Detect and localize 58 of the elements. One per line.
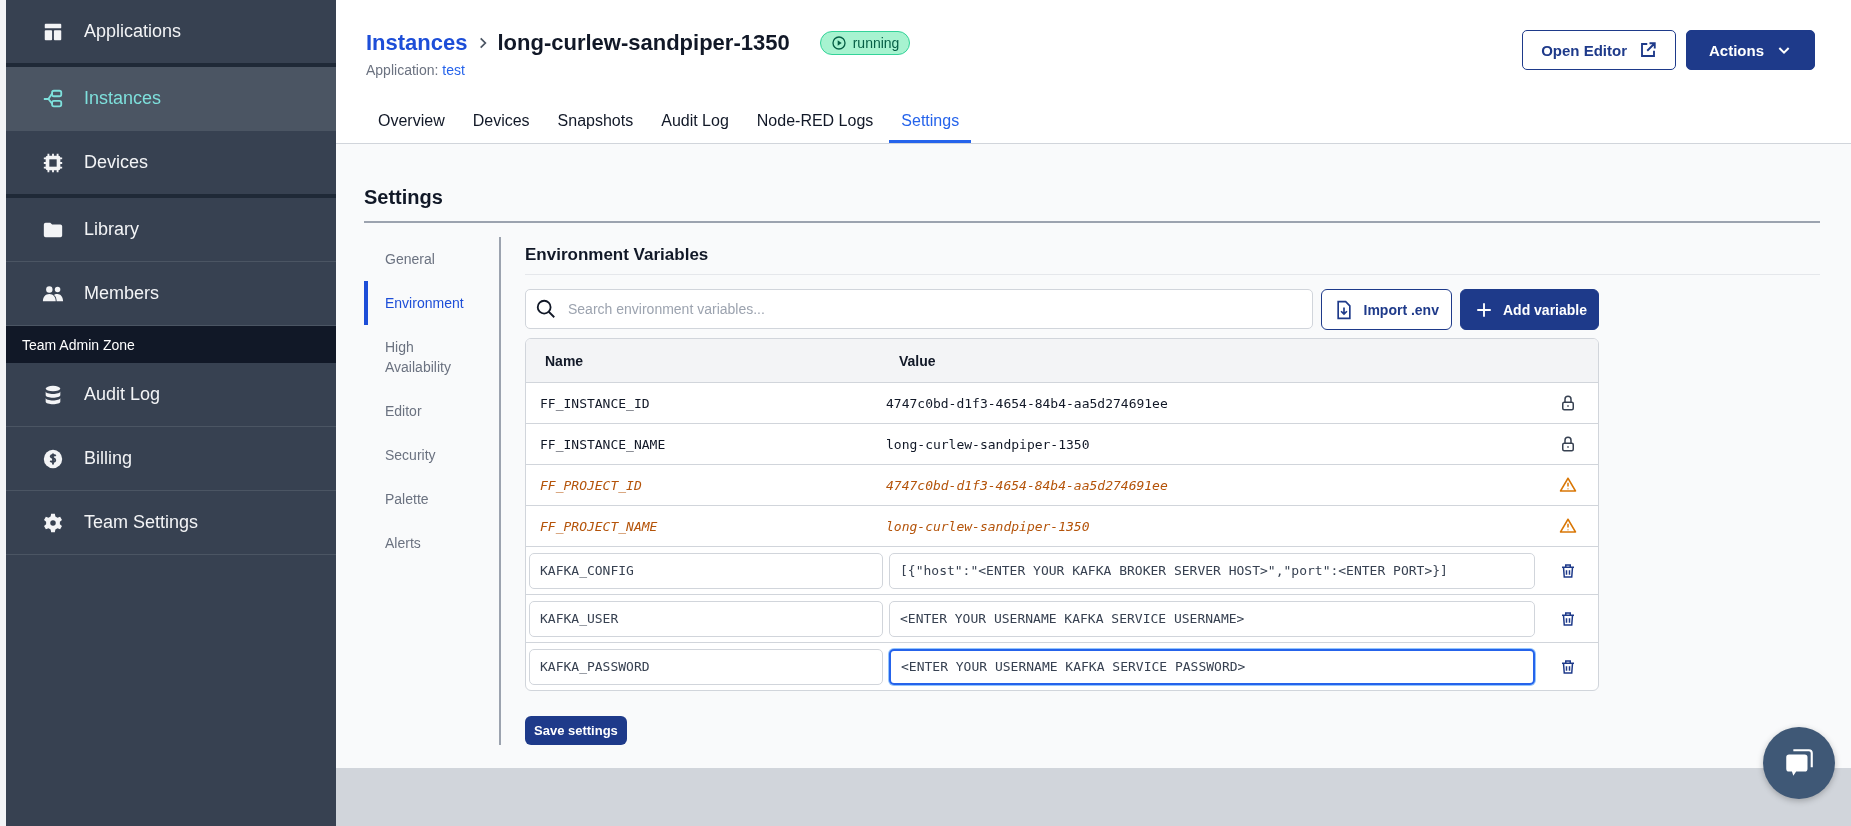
- tab[interactable]: Devices: [460, 112, 542, 143]
- column-header: Name: [544, 352, 585, 369]
- variable-name: FF_PROJECT_ID: [539, 477, 643, 493]
- tab[interactable]: Overview: [366, 112, 457, 143]
- tab[interactable]: Audit Log: [649, 112, 741, 143]
- chip-icon: [42, 151, 64, 174]
- settings-nav-item[interactable]: Environment: [364, 281, 499, 325]
- name-input[interactable]: KAFKA_PASSWORD: [529, 648, 883, 685]
- save-button[interactable]: Save settings: [525, 716, 627, 745]
- section-title: Settings: [364, 182, 1820, 223]
- lock-icon: [1559, 394, 1577, 412]
- tab[interactable]: Node-RED Logs: [744, 112, 886, 143]
- value-input[interactable]: [{"host":"<ENTER YOUR KAFKA BROKER SERVER HOST>","port":<ENTER PORT>}]: [889, 552, 1535, 589]
- status-badge: running: [819, 31, 911, 55]
- variable-name: FF_INSTANCE_ID: [539, 395, 651, 411]
- warning-icon: [1559, 476, 1577, 494]
- variable-name: FF_INSTANCE_NAME: [539, 436, 667, 452]
- settings-nav-item[interactable]: Security: [364, 433, 499, 477]
- actions-button[interactable]: Actions: [1686, 30, 1815, 70]
- warning-icon: [1559, 517, 1577, 535]
- application-link[interactable]: test: [442, 62, 465, 78]
- settings-nav-item[interactable]: High Availability: [364, 325, 499, 389]
- trash-icon[interactable]: [1559, 657, 1577, 676]
- value-input[interactable]: <ENTER YOUR USERNAME KAFKA SERVICE PASSWORD>: [889, 648, 1535, 685]
- variable-value: long-curlew-sandpiper-1350: [885, 436, 1091, 452]
- search-field[interactable]: Search environment variables...: [525, 289, 1313, 329]
- add-variable-button[interactable]: Add variable: [1459, 289, 1599, 330]
- settings-nav-item[interactable]: Editor: [364, 389, 499, 433]
- external-link-icon: [1639, 41, 1657, 59]
- dollar-icon: [42, 447, 64, 470]
- plus-icon: [1474, 300, 1493, 319]
- variable-value: 4747c0bd-d1f3-4654-84b4-aa5d274691ee: [885, 395, 1169, 411]
- variable-value: long-curlew-sandpiper-1350: [885, 518, 1091, 534]
- lock-icon: [1559, 435, 1577, 453]
- application-label: Application:: [366, 62, 439, 78]
- section-heading: Environment Variables: [525, 237, 1820, 275]
- variable-name: FF_PROJECT_NAME: [539, 518, 659, 534]
- breadcrumb-link[interactable]: Instances: [366, 30, 468, 56]
- name-input[interactable]: KAFKA_CONFIG: [529, 552, 883, 589]
- trash-icon[interactable]: [1559, 561, 1577, 580]
- column-header: Value: [898, 352, 937, 369]
- gear-icon: [42, 511, 64, 534]
- value-input[interactable]: <ENTER YOUR USERNAME KAFKA SERVICE USERNAME>: [889, 600, 1535, 637]
- name-input[interactable]: KAFKA_USER: [529, 600, 883, 637]
- section-header: Team Admin Zone: [6, 326, 336, 363]
- play-icon: [830, 35, 847, 51]
- settings-nav-item[interactable]: Palette: [364, 477, 499, 521]
- variable-value: 4747c0bd-d1f3-4654-84b4-aa5d274691ee: [885, 477, 1169, 493]
- import-button[interactable]: Import .env: [1320, 289, 1452, 330]
- tab[interactable]: Snapshots: [545, 112, 646, 143]
- settings-nav-item[interactable]: Alerts: [364, 521, 499, 565]
- page-title: long-curlew-sandpiper-1350: [497, 30, 790, 56]
- sidebar-item[interactable]: Instances: [6, 67, 336, 131]
- settings-nav-item[interactable]: General: [364, 237, 499, 281]
- sidebar-item[interactable]: Billing: [6, 427, 336, 491]
- trash-icon[interactable]: [1559, 609, 1577, 628]
- flow-icon: [42, 87, 64, 110]
- open-editor-button[interactable]: Open Editor: [1522, 30, 1676, 70]
